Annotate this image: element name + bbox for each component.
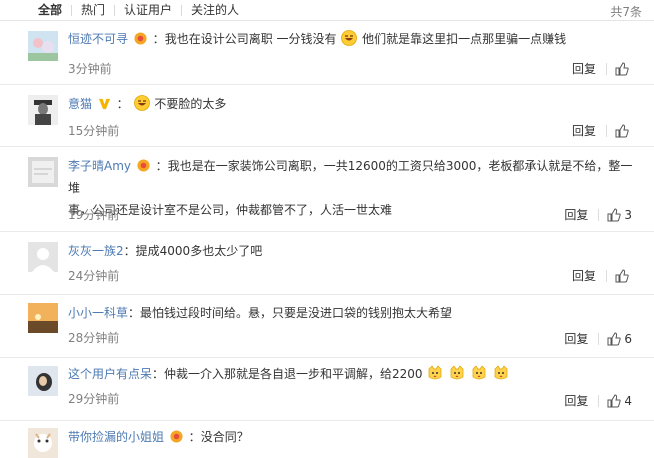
- thumbs-up-icon: [607, 331, 622, 345]
- comment-username[interactable]: 意猫: [68, 97, 92, 111]
- comment-username[interactable]: 李子晴Amy: [68, 159, 131, 173]
- reply-button[interactable]: 回复: [564, 330, 588, 347]
- comment-text: 仲裁一介入那就是各自退一步和平调解，给2200: [164, 367, 423, 381]
- comment-item: 意猫 ： 不要脸的太多 15分钟前 回复: [0, 85, 654, 147]
- comment-timestamp: 19分钟前: [68, 208, 120, 222]
- action-divider: [598, 394, 600, 407]
- tab-verified-users[interactable]: 认证用户: [115, 3, 181, 17]
- comment-text: 没合同？: [200, 430, 249, 444]
- comment-text: 我也是在一家装饰公司离职，一共12600的工资只给3000，老板都承认就是不给，…: [68, 159, 633, 195]
- avatar[interactable]: [28, 303, 58, 333]
- avatar[interactable]: [28, 157, 58, 187]
- comment-count: 共7条: [610, 5, 642, 19]
- comment-item: 灰灰一族2：提成4000多也太少了吧 24分钟前 回复: [0, 232, 654, 295]
- comment-text: 提成4000多也太少了吧: [135, 244, 263, 258]
- like-button[interactable]: 3: [607, 208, 632, 222]
- comment-timestamp: 24分钟前: [68, 269, 120, 283]
- tab-hot[interactable]: 热门: [72, 3, 114, 17]
- like-count: 6: [624, 331, 632, 346]
- like-button[interactable]: [615, 123, 632, 138]
- avatar[interactable]: [28, 31, 58, 61]
- reply-button[interactable]: 回复: [564, 392, 588, 409]
- comment-username[interactable]: 恒迹不可寻: [68, 32, 128, 46]
- thumbs-up-icon: [607, 207, 622, 221]
- avatar[interactable]: [28, 366, 58, 396]
- action-divider: [606, 269, 607, 282]
- tab-all[interactable]: 全部: [38, 3, 71, 17]
- laugh-emoji-icon: [341, 30, 358, 46]
- comment-text: 最怕钱过段时间给。悬，只要是没进口袋的钱别抱太大希望: [140, 306, 453, 320]
- comment-timestamp: 29分钟前: [68, 392, 120, 406]
- avatar[interactable]: [28, 95, 58, 125]
- comment-text: 他们就是靠这里扣一点那里骗一点赚钱: [362, 32, 567, 46]
- vip-badge-icon: [137, 159, 150, 172]
- thumbs-up-icon: [615, 123, 629, 137]
- comment-item: 小小一科草：最怕钱过段时间给。悬，只要是没进口袋的钱别抱太大希望 28分钟前 回…: [0, 295, 654, 358]
- comment-username[interactable]: 带你捡漏的小姐姐: [68, 430, 164, 444]
- like-button[interactable]: [615, 268, 632, 283]
- thumbs-up-icon: [607, 393, 622, 407]
- cat-emoji-icon: [450, 365, 464, 380]
- verified-v-icon: [98, 98, 110, 110]
- action-divider: [606, 62, 607, 75]
- thumbs-up-icon: [615, 61, 629, 75]
- action-divider: [598, 332, 600, 345]
- reply-button[interactable]: 回复: [564, 206, 588, 223]
- comment-username[interactable]: 灰灰一族2: [68, 244, 124, 258]
- like-button[interactable]: [615, 61, 632, 76]
- comment-text: 事，公司还是设计室不是公司，仲裁都管不了，人活一世太难: [68, 203, 393, 217]
- comment-username[interactable]: 小小一科草: [68, 306, 128, 320]
- comment-item: 恒迹不可寻 ：我也在设计公司离职 一分钱没有 他们就是靠这里扣一点那里骗一点赚钱…: [0, 21, 654, 85]
- thumbs-up-icon: [615, 268, 629, 282]
- comment-item: 这个用户有点呆：仲裁一介入那就是各自退一步和平调解，给2200 29分钟前 回复…: [0, 358, 654, 421]
- like-button[interactable]: 4: [607, 394, 632, 408]
- action-divider: [606, 124, 607, 137]
- comment-text: 不要脸的太多: [154, 97, 227, 111]
- laugh-emoji-icon: [133, 95, 150, 111]
- like-button[interactable]: 6: [607, 332, 632, 346]
- comment-timestamp: 3分钟前: [68, 62, 112, 76]
- reply-button[interactable]: 回复: [572, 122, 596, 139]
- vip-badge-icon: [170, 430, 183, 443]
- cat-emoji-icon: [494, 365, 508, 380]
- comment-timestamp: 28分钟前: [68, 331, 120, 345]
- avatar[interactable]: [28, 428, 58, 458]
- cat-emoji-icon: [429, 365, 442, 380]
- like-count: 4: [624, 393, 632, 408]
- comment-timestamp: 15分钟前: [68, 124, 120, 138]
- vip-badge-icon: [134, 32, 147, 45]
- action-divider: [598, 208, 600, 221]
- comment-item: 李子晴Amy ：我也是在一家装饰公司离职，一共12600的工资只给3000，老板…: [0, 147, 654, 232]
- avatar[interactable]: [28, 242, 58, 272]
- reply-button[interactable]: 回复: [572, 60, 596, 77]
- cat-emoji-icon: [472, 365, 486, 380]
- comment-username[interactable]: 这个用户有点呆: [68, 367, 152, 381]
- comment-item: 带你捡漏的小姐姐 ：没合同？: [0, 421, 654, 458]
- comment-filter-tabs: 全部 热门 认证用户 关注的人 共7条: [0, 0, 654, 21]
- comment-text: 我也在设计公司离职 一分钱没有: [164, 32, 337, 46]
- reply-button[interactable]: 回复: [572, 267, 596, 284]
- like-count: 3: [624, 207, 632, 222]
- tab-following[interactable]: 关注的人: [182, 3, 248, 17]
